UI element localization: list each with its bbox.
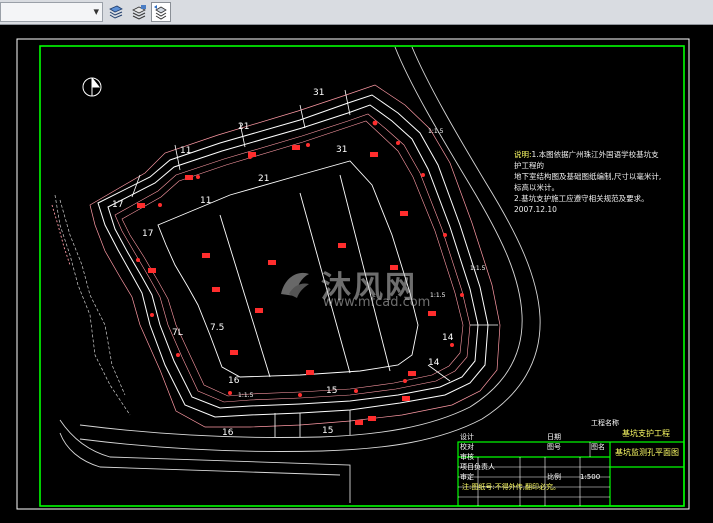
project-label: 工程名称 (591, 419, 619, 427)
design-notes: 说明:1.本图依据广州珠江外国语学校基坑支护工程的 地下室结构图及基础图纸编制,… (514, 149, 664, 215)
section-label: 14 (442, 333, 454, 343)
layer-dropdown[interactable]: ▾ (0, 2, 103, 22)
row-label: 审定 (460, 473, 474, 481)
row-label: 设计 (460, 433, 474, 441)
section-label: 7L (172, 328, 183, 338)
section-label: 15 (322, 426, 333, 436)
section-label: 15 (326, 386, 337, 396)
layer-state-button[interactable] (129, 2, 149, 22)
pit-outline (97, 94, 489, 418)
notes-line: 地下室结构图及基础图纸编制,尺寸以毫米计, (514, 172, 662, 181)
north-arrow-icon (82, 77, 102, 97)
section-label: 11 (200, 196, 211, 206)
section-label: 31 (336, 145, 347, 155)
notes-date: 2007.12.10 (514, 205, 557, 214)
row-label: 审核 (460, 453, 474, 461)
row-label: 项目负责人 (460, 463, 495, 471)
layer-previous-button[interactable] (151, 2, 171, 22)
section-label: 21 (238, 122, 249, 132)
drawing-canvas[interactable]: 11 21 31 17 17 16 16 15 15 14 14 11 21 3… (0, 25, 713, 519)
outer-boundary (89, 84, 501, 428)
dim-label: 1:1.5 (430, 292, 446, 299)
section-label: 16 (228, 376, 240, 386)
notes-line: 标高以米计。 (514, 183, 559, 192)
section-label: 14 (428, 358, 440, 368)
drawing-name: 基坑监测孔平面图 (615, 448, 679, 457)
watermark-logo-icon (281, 272, 309, 298)
watermark-url: www.mfcad.com (323, 295, 431, 310)
section-label: 31 (313, 88, 324, 98)
layer-previous-icon (154, 5, 167, 20)
dim-label: 1:1.5 (470, 265, 486, 272)
drawing-no-label: 图号 (547, 443, 561, 451)
layer-properties-button[interactable] (106, 2, 126, 22)
section-label: 17 (112, 200, 123, 210)
support-rows (114, 113, 471, 403)
section-label: 17 (142, 229, 153, 239)
property-lines (54, 194, 131, 416)
section-label: 21 (258, 174, 269, 184)
chevron-down-icon[interactable]: ▾ (93, 5, 99, 18)
scale-label: 比例 (547, 473, 561, 481)
section-label: 11 (180, 146, 191, 156)
drawing-label: 图名 (591, 443, 605, 451)
scale-value: 1:500 (580, 473, 601, 481)
section-label: 7.5 (210, 323, 224, 333)
date-label: 日期 (547, 433, 561, 441)
notes-line: 1.本图依据广州珠江外国语学校基坑支护工程的 (514, 150, 659, 170)
project-name: 基坑支护工程 (622, 429, 670, 438)
title-block-footer: 注:图纸号:不得外传,翻印必究。 (462, 483, 560, 491)
dim-label: 1:1.5 (428, 128, 444, 135)
layer-properties-icon (109, 5, 123, 19)
layer-state-icon (132, 5, 146, 20)
row-label: 校对 (460, 443, 474, 451)
red-boundary (51, 204, 71, 266)
notes-label: 说明: (514, 150, 532, 159)
notes-line: 2.基坑支护施工应遵守相关规范及要求。 (514, 194, 649, 203)
cad-toolbar: ▾ (0, 0, 713, 25)
section-label: 16 (222, 428, 234, 438)
dim-label: 1:1.5 (238, 392, 254, 399)
